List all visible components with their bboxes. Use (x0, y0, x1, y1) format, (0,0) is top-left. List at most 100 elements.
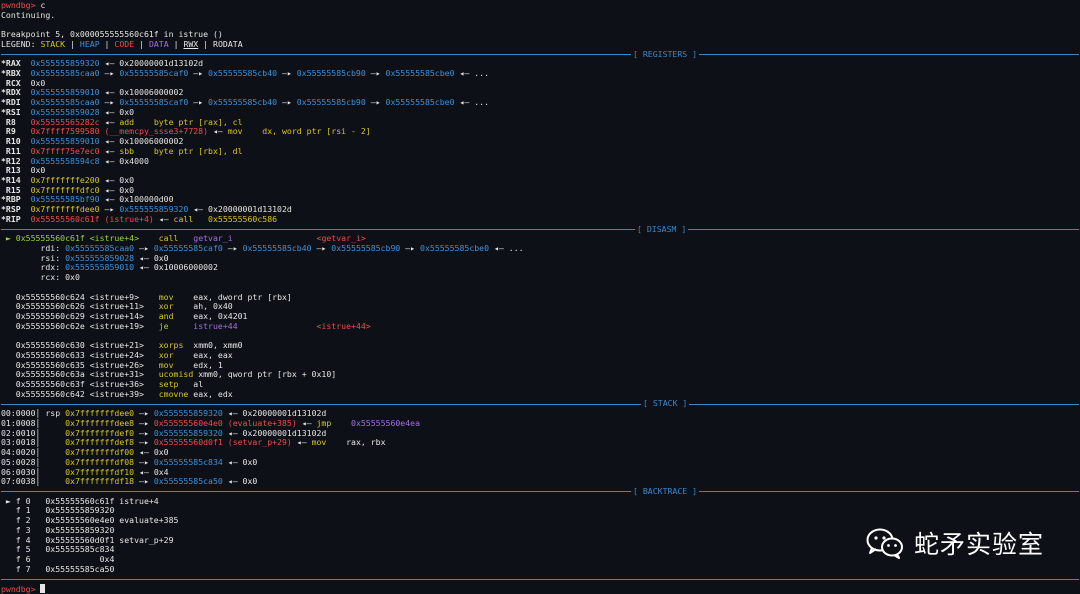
disasm-line-segment: mov (158, 292, 194, 302)
disasm-line: 0x55555560c63f <istrue+36> setp al (1, 380, 1079, 390)
stack-line-segment: 07:0038│ (1, 477, 66, 487)
disasm-line: rcx: 0x0 (1, 273, 1079, 283)
stack-line-segment: 0x7fffffffdf00 (65, 448, 135, 458)
disasm-line-segment (1, 283, 6, 292)
stack-line-segment: —▸ (134, 438, 154, 448)
disasm-line-segment: and (158, 312, 194, 321)
register-name: *RSI (1, 107, 21, 117)
register-row: *RBX 0x55555585caa0 —▸ 0x55555585caf0 —▸… (1, 69, 1079, 79)
disasm-line-segment: 0x555555859028 (65, 253, 135, 263)
register-name: R9 (1, 127, 21, 137)
stack-line-segment: ◂— 0x4 (134, 467, 169, 477)
disasm-line: rdi: 0x55555585caa0 —▸ 0x55555585caf0 —▸… (1, 244, 1079, 254)
register-value: ◂— 0x4000 (99, 156, 149, 166)
stack-line: 01:0008│ 0x7fffffffdee8 —▸ 0x55555560e4e… (1, 419, 1079, 429)
disasm-line-segment: setp (158, 380, 194, 390)
register-value: —▸ (365, 69, 386, 79)
stack-panel: 00:0000│ rsp 0x7fffffffdee0 —▸ 0x5555558… (1, 409, 1079, 487)
stack-line-segment: 04:0020│ (1, 448, 66, 458)
disasm-line-segment: ◂— 0x0 (134, 253, 169, 263)
stack-line-segment: ◂— (296, 418, 317, 428)
register-value: 0x555555859028 (30, 107, 100, 117)
stack-line-segment: ◂— 0x0 (222, 477, 258, 487)
register-value: ◂— (99, 117, 120, 127)
disasm-line-segment: xor (158, 302, 194, 312)
stack-line-segment: —▸ (134, 477, 154, 487)
disasm-line-segment: ucomisd (158, 370, 199, 380)
register-row: *RSI 0x555555859028 ◂— 0x0 (1, 108, 1079, 118)
stack-line-segment: ◂— 0x0 (222, 457, 258, 467)
stack-line-segment: ◂— 0x0 (134, 448, 169, 458)
stack-line: 00:0000│ rsp 0x7fffffffdee0 —▸ 0x5555558… (1, 409, 1079, 419)
register-value: 0x55555585cbe0 (385, 69, 455, 79)
disasm-line-segment: —▸ (222, 243, 243, 253)
disasm-line: 0x55555560c633 <istrue+24> xor eax, eax (1, 351, 1079, 361)
register-value: 0x55555585caa0 (30, 69, 100, 79)
wechat-icon (866, 527, 904, 562)
register-name: *RSP (1, 205, 21, 215)
register-row: R10 0x555555859010 ◂— 0x10006000002 (1, 137, 1079, 147)
register-name: R11 (1, 146, 21, 156)
register-value: —▸ (99, 69, 120, 79)
bottom-separator (1, 574, 1079, 584)
register-value: ◂— 0x20000001d13102d (188, 205, 292, 215)
disasm-line: 0x55555560c642 <istrue+39> cmovne eax, e… (1, 390, 1079, 400)
register-value: 0x55555585bf90 (30, 195, 100, 205)
backtrace-frame: f 2 0x55555560e4e0 evaluate+385 (1, 516, 179, 526)
disasm-line-segment: 0x55555560c624 <istrue+9> (1, 292, 159, 302)
register-value: —▸ (365, 98, 386, 108)
register-value: call 0x55555560c586 (173, 214, 278, 224)
disasm-line-segment: —▸ (311, 243, 332, 253)
stack-line: 02:0010│ 0x7fffffffdef0 —▸ 0x55555585932… (1, 429, 1079, 439)
disasm-line-segment (233, 234, 317, 243)
register-row: *RAX 0x555555859320 ◂— 0x20000001d13102d (1, 59, 1079, 69)
register-value: ◂— 0x10006000002 (99, 137, 184, 147)
disasm-line-segment: 0x55555560c63f <istrue+36> (1, 380, 159, 390)
disasm-line: 0x55555560c624 <istrue+9> mov eax, dword… (1, 293, 1079, 303)
disasm-line-segment: edx, 1 (193, 360, 223, 370)
disasm-line: rsi: 0x555555859028 ◂— 0x0 (1, 254, 1079, 264)
register-value: ◂— 0x10006000002 (99, 88, 184, 98)
disasm-line-segment (1, 331, 6, 340)
disasm-line: 0x55555560c62e <istrue+19> je istrue+44 … (1, 322, 1079, 332)
disasm-line-segment: al (193, 380, 204, 390)
disasm-line-segment: 0x55555560c626 <istrue+11> (1, 302, 159, 312)
register-name: R13 (1, 166, 21, 176)
stack-line-segment: jmp (316, 418, 352, 428)
register-row: *RDX 0x555555859010 ◂— 0x10006000002 (1, 88, 1079, 98)
register-value: ◂— 0x100000d00 (99, 195, 174, 205)
stack-line: 04:0020│ 0x7fffffffdf00 ◂— 0x0 (1, 448, 1079, 458)
watermark: 蛇矛实验室 (866, 527, 1044, 562)
disasm-line-segment: xmm0, xmm0 (193, 341, 243, 351)
backtrace-frame: f 1 0x555555859320 (1, 506, 115, 516)
cursor[interactable] (40, 584, 46, 594)
legend-data: DATA (148, 39, 169, 49)
stack-line-segment: 0x7fffffffdee0 (65, 409, 135, 419)
stack-line-segment: ◂— 0x20000001d13102d (222, 428, 327, 438)
register-name: R8 (1, 117, 21, 127)
stack-line-segment: mov (311, 438, 347, 448)
stack-line-segment: 0x55555560e4e0 (evaluate+385) (153, 418, 297, 428)
disasm-line-segment: ► 0x55555560c61f <istrue+4> (1, 234, 159, 244)
disasm-separator: [ DISASM ] (1, 224, 1079, 235)
stack-line-segment: —▸ (134, 418, 154, 428)
register-value: 0x7fffffffdfc0 (30, 185, 100, 195)
stack-line-segment: 06:0030│ (1, 467, 66, 477)
stack-line-segment: —▸ (134, 409, 154, 419)
stack-line-segment: rsp (45, 409, 66, 419)
legend-label: LEGEND: (1, 39, 36, 49)
disasm-line-segment: 0x55555585caf0 (153, 243, 223, 253)
disasm-line-segment: xor (158, 350, 194, 360)
legend-heap: HEAP (79, 39, 100, 49)
disasm-line: 0x55555560c63a <istrue+31> ucomisd xmm0,… (1, 370, 1079, 380)
disasm-line: 0x55555560c630 <istrue+21> xorps xmm0, x… (1, 341, 1079, 351)
register-row: R15 0x7fffffffdfc0 ◂— 0x0 (1, 186, 1079, 196)
continuing-line: Continuing. (1, 10, 56, 20)
stack-line: 07:0038│ 0x7fffffffdf18 —▸ 0x55555585ca5… (1, 477, 1079, 487)
register-value: 0x7ffff75e7ec0 (30, 146, 100, 156)
register-row: *R14 0x7fffffffe200 ◂— 0x0 (1, 176, 1079, 186)
disasm-line-segment: ◂— 0x10006000002 (134, 263, 218, 273)
input-line[interactable]: pwndbg> (1, 584, 1079, 594)
disasm-line (1, 331, 1079, 341)
disasm-line-segment (238, 322, 317, 331)
